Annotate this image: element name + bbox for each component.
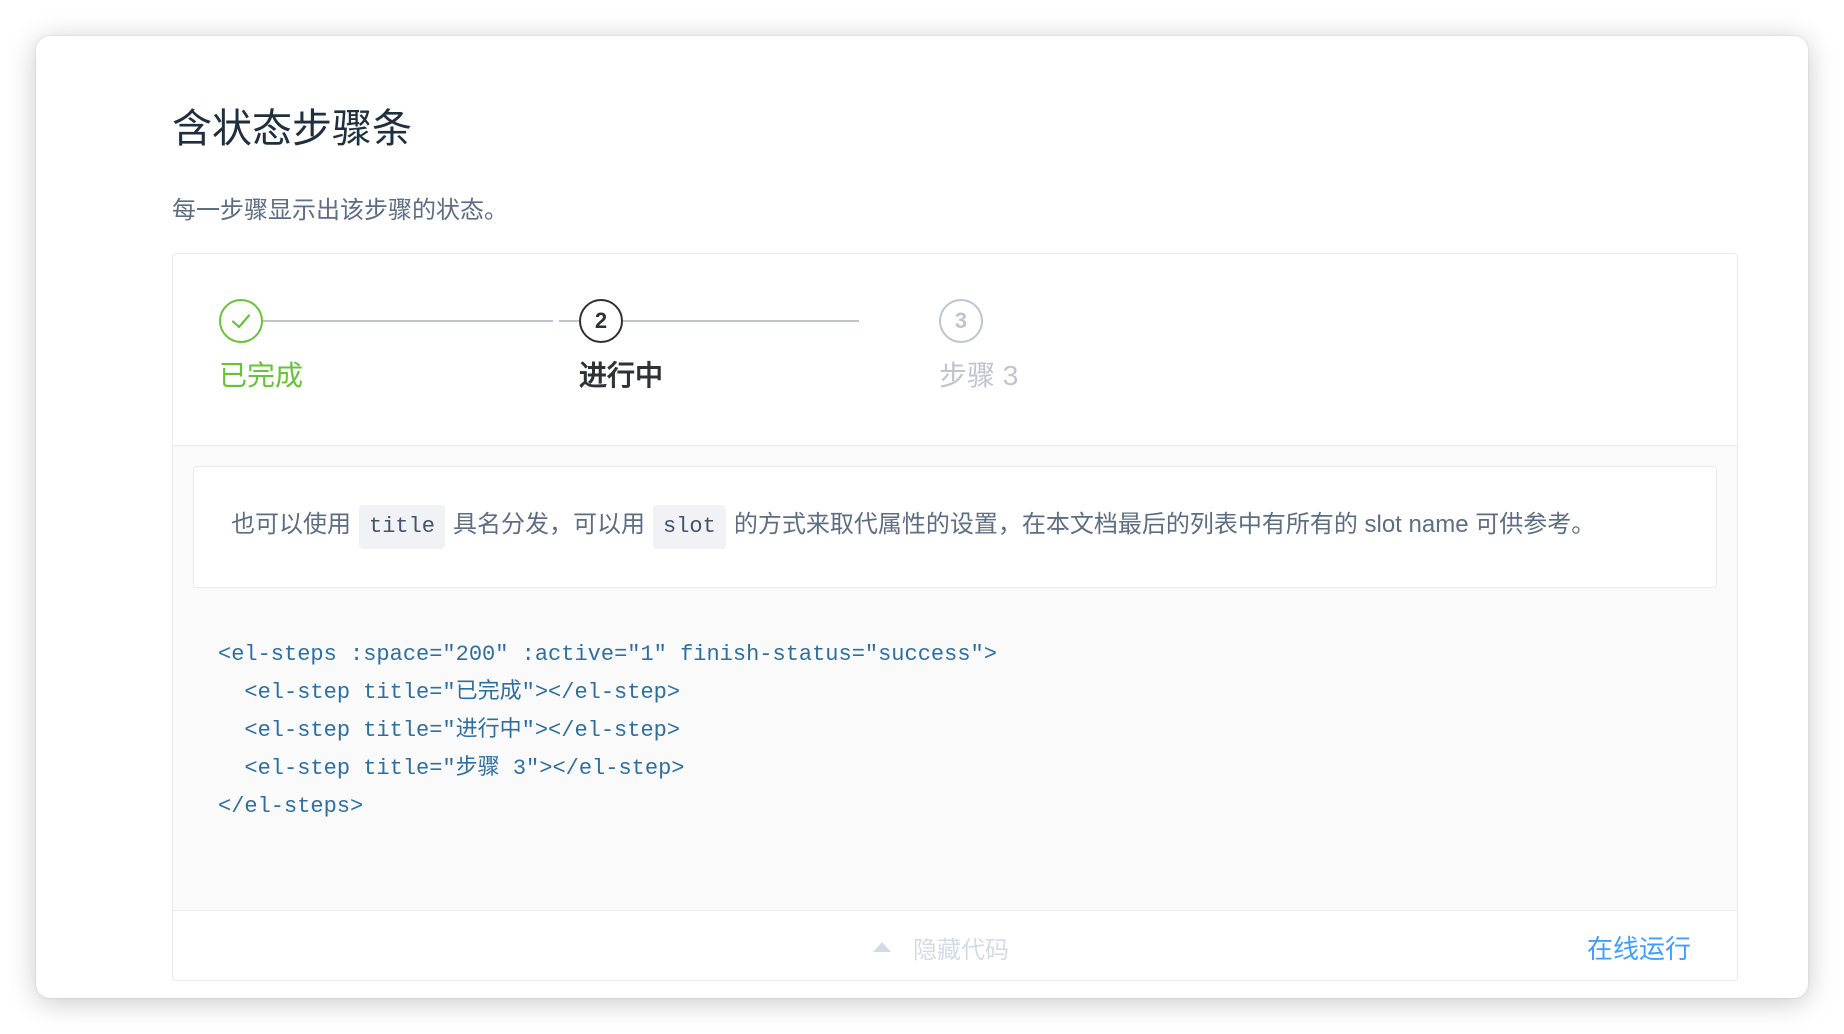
code-block: <el-steps :space="200" :active="1" finis… (218, 636, 997, 826)
hide-code-label: 隐藏代码 (913, 936, 1009, 964)
code-meta: 也可以使用 title 具名分发，可以用 slot 的方式来取代属性的设置，在本文档最后… (173, 446, 1737, 910)
code-line-2: <el-step title="已完成"></el-step> (218, 680, 681, 705)
code-line-3: <el-step title="进行中"></el-step> (218, 718, 681, 743)
step-3-icon: 3 (939, 299, 983, 343)
page-title: 含状态步骤条 (172, 107, 412, 151)
steps-demo: 已完成 2 进行中 3 步骤 3 (173, 254, 1737, 446)
tip-part-3: 的方式来取代属性的设置，在本文档最后的列表中有所有的 slot name 可供参… (733, 511, 1596, 538)
run-online-button[interactable]: 在线运行 (1587, 911, 1691, 980)
tip-text: 也可以使用 title 具名分发，可以用 slot 的方式来取代属性的设置，在本文档最后… (231, 505, 1595, 549)
window: 含状态步骤条 每一步骤显示出该步骤的状态。 已完成 2 进行中 3 步骤 3 也… (36, 36, 1808, 998)
hide-code-toggle[interactable]: 隐藏代码 (873, 911, 1009, 980)
code-tag-title: title (359, 505, 446, 549)
check-icon (231, 314, 251, 329)
tip-part-2: 具名分发，可以用 (453, 511, 646, 538)
demo-control: 隐藏代码 在线运行 (173, 910, 1737, 980)
demo-block: 已完成 2 进行中 3 步骤 3 也可以使用 title 具名分发，可以用 slot 的… (172, 253, 1738, 981)
step-1-title: 已完成 (219, 360, 304, 391)
step-line-1 (253, 320, 553, 322)
tip-part-1: 也可以使用 (231, 511, 351, 538)
code-line-1: <el-steps :space="200" :active="1" finis… (218, 642, 997, 667)
step-1-icon (219, 299, 263, 343)
tip-description: 也可以使用 title 具名分发，可以用 slot 的方式来取代属性的设置，在本文档最后… (193, 466, 1717, 588)
code-line-5: </el-steps> (218, 794, 364, 819)
caret-up-icon (873, 942, 891, 952)
page-description: 每一步骤显示出该步骤的状态。 (172, 197, 508, 224)
step-2-icon: 2 (579, 299, 623, 343)
code-line-4: <el-step title="步骤 3"></el-step> (218, 756, 685, 781)
step-3-title: 步骤 3 (939, 360, 1019, 391)
step-2-title: 进行中 (579, 360, 664, 391)
code-tag-slot: slot (653, 505, 726, 549)
